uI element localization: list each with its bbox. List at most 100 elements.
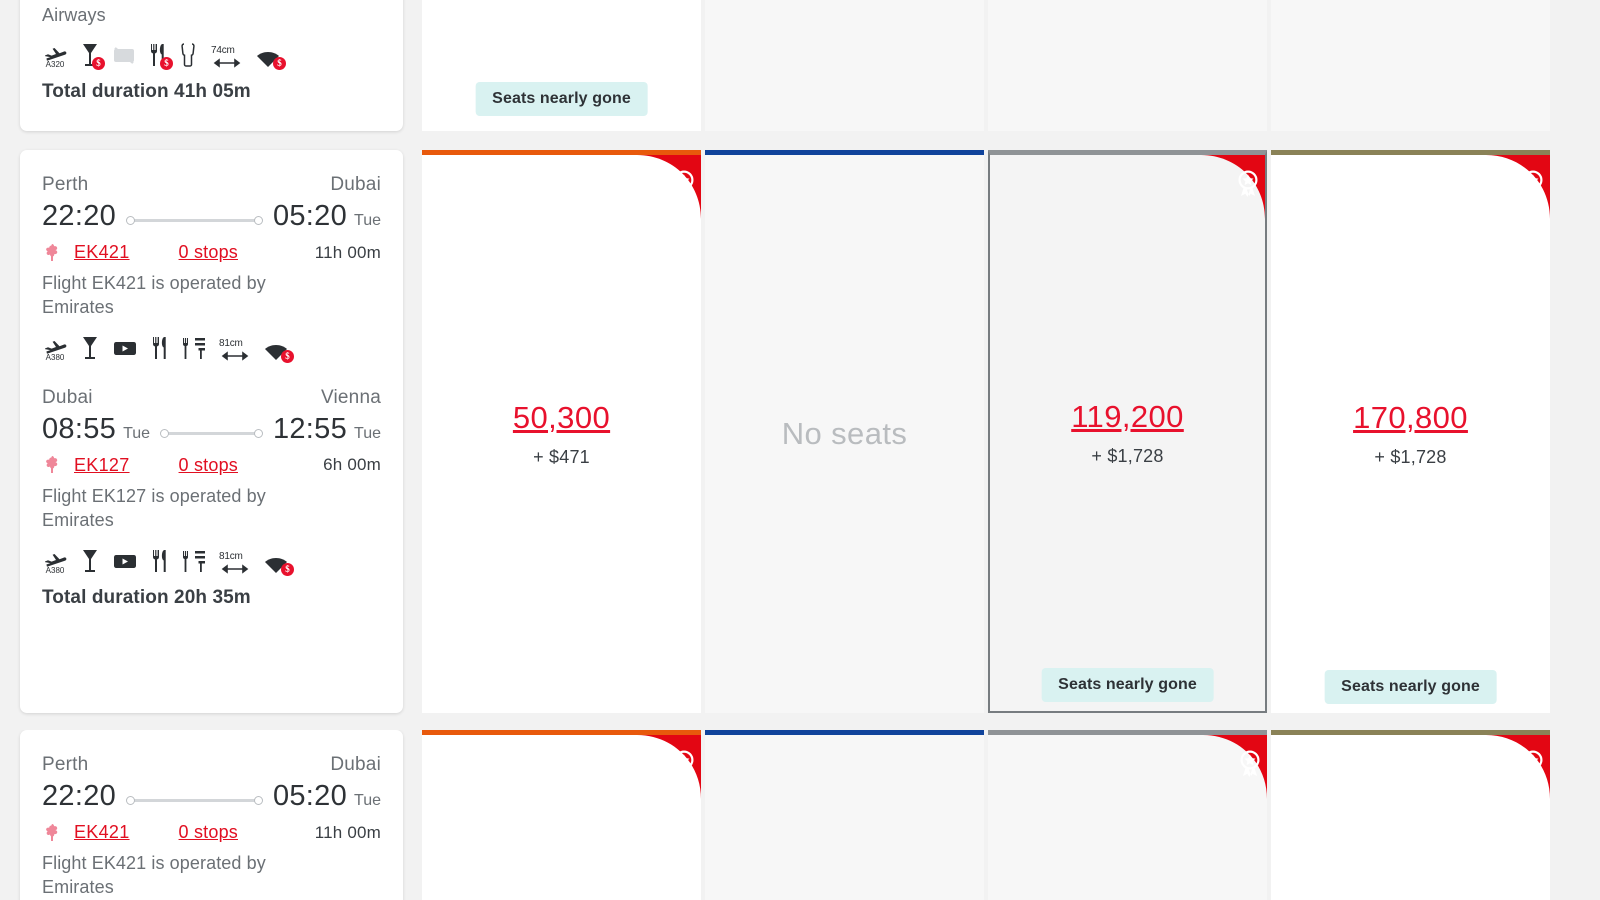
- stops-link[interactable]: 0 stops: [179, 242, 238, 263]
- seat-pitch-icon: 81cm: [219, 335, 251, 361]
- origin-city: Perth: [42, 174, 89, 195]
- status-badge: Seats nearly gone: [1324, 670, 1497, 704]
- depart-time: 08:55: [42, 412, 117, 445]
- svg-text:A380: A380: [46, 353, 65, 361]
- meal-tray-icon: [182, 548, 206, 574]
- aircraft-icon: A380: [42, 335, 68, 361]
- fare-cell-3[interactable]: 119,200 + $1,728 Seats nearly gone: [988, 150, 1267, 713]
- fare-cell[interactable]: [988, 0, 1267, 131]
- price-surcharge: + $1,728: [1091, 446, 1164, 466]
- status-badge: Seats nearly gone: [475, 82, 648, 116]
- fare-comparison-viewport: Airways A320 $ $ 74cm $ Total duration 4…: [0, 0, 1600, 900]
- wifi-icon: $: [264, 335, 294, 363]
- leg-duration: 11h 00m: [314, 822, 381, 842]
- award-ribbon-icon: [1486, 155, 1550, 219]
- fare-cell-1[interactable]: [422, 730, 701, 900]
- flight-number-link[interactable]: EK421: [74, 242, 130, 263]
- fare-cell-4[interactable]: [1271, 730, 1550, 900]
- fare-cell-3[interactable]: [988, 730, 1267, 900]
- meal-icon: $: [149, 42, 173, 71]
- fare-cell-1[interactable]: 50,300 + $471: [422, 150, 701, 713]
- aircraft-icon: A320: [42, 42, 68, 68]
- price-points[interactable]: 50,300: [513, 400, 610, 436]
- entertainment-icon: [112, 548, 138, 574]
- itinerary-card: Perth Dubai 22:20 05:20 Tue EK421 0 stop…: [20, 150, 403, 713]
- fare-cell[interactable]: Seats nearly gone: [422, 0, 701, 131]
- route-track: [150, 428, 273, 438]
- seat-pitch-label: 81cm: [219, 550, 243, 562]
- price-points[interactable]: 119,200: [1071, 399, 1184, 435]
- stops-link[interactable]: 0 stops: [179, 455, 238, 476]
- destination-city: Dubai: [330, 754, 381, 775]
- fare-cells: 50,300 + $471 No seats 119,200 + $1,728 …: [422, 150, 1554, 713]
- seat-pitch-icon: 81cm: [219, 548, 251, 574]
- depart-time: 22:20: [42, 200, 117, 232]
- arrive-day: Tue: [354, 424, 381, 442]
- arrive-day: Tue: [354, 792, 381, 809]
- amenities-row: A320 $ $ 74cm $: [42, 38, 381, 71]
- drink-icon: [81, 548, 99, 574]
- seat-pitch-icon: 74cm: [211, 42, 243, 69]
- paid-badge: $: [281, 562, 294, 576]
- airline-logo-icon: [42, 243, 64, 263]
- drink-icon: [81, 335, 99, 361]
- price-surcharge: + $1,728: [1374, 447, 1447, 467]
- price-surcharge: + $471: [533, 447, 590, 467]
- itinerary-card: Airways A320 $ $ 74cm $ Total duration 4…: [20, 0, 403, 131]
- fare-cell[interactable]: [1271, 0, 1550, 131]
- wifi-icon: $: [264, 548, 294, 576]
- award-ribbon-icon: [637, 155, 701, 219]
- flight-leg: Perth Dubai 22:20 05:20 Tue EK421 0 stop…: [42, 150, 381, 363]
- price-points[interactable]: 170,800: [1353, 400, 1468, 436]
- origin-city: Dubai: [42, 386, 93, 408]
- destination-city: Vienna: [320, 386, 381, 408]
- aircraft-icon: A380: [42, 548, 68, 574]
- amenities-row: A380 81cm $: [42, 544, 381, 576]
- depart-time: 22:20: [42, 780, 117, 812]
- depart-day: Tue: [123, 424, 151, 442]
- airline-logo-icon: [42, 455, 64, 475]
- wifi-icon: $: [256, 42, 286, 71]
- airline-logo-icon: [42, 823, 64, 843]
- origin-city: Perth: [42, 754, 89, 775]
- entertainment-icon: [112, 335, 138, 361]
- fare-cells: Seats nearly gone: [422, 0, 1554, 131]
- fare-cell[interactable]: [705, 0, 984, 131]
- award-ribbon-icon: [1201, 155, 1265, 219]
- fare-row-bottom-partial: Perth Dubai 22:20 05:20 Tue EK421 0 stop…: [0, 730, 1600, 900]
- no-seats-label: No seats: [781, 416, 908, 451]
- operated-by-text: Flight EK421 is operated by Emirates: [42, 273, 266, 318]
- status-badge: Seats nearly gone: [1041, 668, 1214, 702]
- arrive-time: 05:20: [272, 780, 348, 812]
- leg-duration: 6h 00m: [323, 455, 381, 475]
- seat-pitch-label: 81cm: [219, 337, 243, 349]
- carrier-name: Airways: [42, 5, 106, 25]
- meal-tray-icon: [182, 335, 206, 361]
- arrive-day: Tue: [354, 212, 381, 229]
- flight-number-link[interactable]: EK421: [74, 822, 130, 843]
- paid-badge: $: [281, 349, 294, 363]
- route-track: [116, 216, 273, 225]
- arrive-time: 12:55: [272, 412, 348, 445]
- award-ribbon-icon: [637, 735, 701, 799]
- seat-icon: [180, 42, 198, 68]
- itinerary-card: Perth Dubai 22:20 05:20 Tue EK421 0 stop…: [20, 730, 403, 900]
- meal-icon: [151, 335, 169, 361]
- stops-link[interactable]: 0 stops: [179, 822, 238, 843]
- operated-by-text: Flight EK421 is operated by Emirates: [42, 853, 266, 898]
- fare-cell-2[interactable]: [705, 730, 984, 900]
- svg-text:A380: A380: [46, 566, 65, 574]
- flight-leg: Dubai Vienna 08:55 Tue 12:55 Tue EK127 0…: [42, 361, 381, 576]
- fare-row-top-partial: Airways A320 $ $ 74cm $ Total duration 4…: [0, 0, 1600, 131]
- seat-pitch-label: 74cm: [211, 45, 235, 57]
- fare-cell-2[interactable]: No seats: [705, 150, 984, 713]
- flight-number-link[interactable]: EK127: [74, 455, 130, 476]
- operated-by-text: Flight EK127 is operated by Emirates: [42, 485, 266, 531]
- fare-cell-4[interactable]: 170,800 + $1,728 Seats nearly gone: [1271, 150, 1550, 713]
- arrive-time: 05:20: [272, 200, 348, 232]
- award-ribbon-icon: [1203, 735, 1267, 799]
- fare-cells: [422, 730, 1554, 900]
- leg-duration: 11h 00m: [314, 242, 381, 262]
- flight-leg: Perth Dubai 22:20 05:20 Tue EK421 0 stop…: [42, 730, 381, 900]
- route-track: [116, 796, 273, 805]
